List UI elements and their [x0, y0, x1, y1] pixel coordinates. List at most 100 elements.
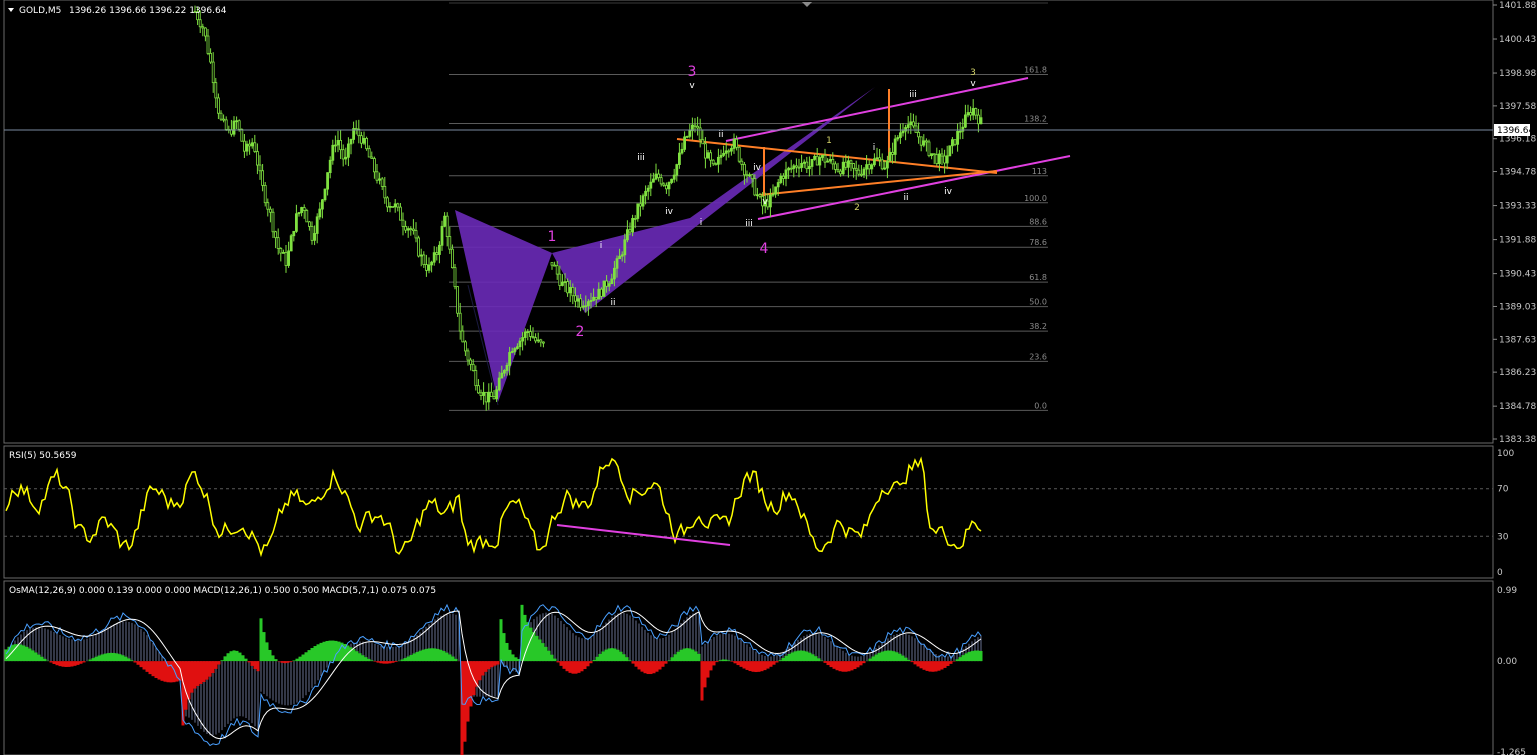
osma-bar — [619, 651, 623, 662]
osma-bar — [109, 652, 113, 662]
triangle-lower-line — [758, 170, 998, 196]
osma-bar — [628, 660, 632, 662]
candle-body — [844, 161, 848, 168]
candle-body — [391, 205, 395, 208]
symbol-dropdown-icon[interactable] — [8, 8, 14, 12]
fibonacci-retracement[interactable]: 161.8138.2113100.088.678.661.850.038.223… — [449, 2, 1048, 411]
osma-bar — [643, 661, 647, 674]
osma-bar — [481, 661, 485, 676]
candle-body — [587, 301, 590, 307]
osma-bar — [187, 661, 191, 700]
candle-body — [574, 295, 577, 302]
osma-bar — [631, 661, 635, 664]
candle-body — [328, 159, 332, 174]
osma-bar — [730, 661, 734, 662]
osma-bar — [592, 659, 596, 662]
osma-bar — [163, 661, 167, 682]
candle-body — [453, 267, 457, 288]
candle-body — [821, 155, 824, 158]
wave-label-minor: i — [873, 143, 876, 153]
osma-bar — [373, 661, 377, 662]
candle-body — [854, 167, 858, 171]
scroll-marker-icon[interactable] — [802, 2, 812, 7]
price-tick-label: 1397.58 — [1499, 102, 1536, 112]
osma-bar — [538, 639, 542, 662]
osma-bar — [385, 661, 389, 664]
osma-bar — [778, 660, 782, 662]
osma-bar — [352, 649, 356, 662]
price-tick-label: 1386.23 — [1499, 368, 1536, 378]
candle-body — [795, 165, 798, 168]
candle-body — [756, 194, 759, 197]
candle-body — [711, 159, 715, 165]
osma-bar — [943, 661, 947, 668]
price-tick-label: 1390.43 — [1499, 270, 1536, 280]
chart-canvas[interactable]: 161.8138.2113100.088.678.661.850.038.223… — [0, 0, 1537, 755]
candle-body — [320, 199, 324, 210]
osma-bar — [154, 661, 158, 678]
osma-bar — [121, 655, 125, 662]
candle-body — [482, 391, 486, 396]
candle-body — [367, 148, 371, 158]
fib-level-label: 88.6 — [1029, 217, 1047, 226]
fib-level-label: 38.2 — [1029, 322, 1047, 331]
candle-body — [398, 206, 402, 221]
osma-bar — [829, 661, 833, 668]
osma-bar — [832, 661, 836, 669]
candle-body — [607, 283, 611, 287]
osma-bar — [748, 661, 752, 672]
candle-body — [657, 173, 660, 179]
osma-bar — [433, 648, 437, 662]
osma-bar — [799, 650, 803, 662]
rsi-label: RSI(5) 50.5659 — [9, 451, 77, 461]
osma-bar — [577, 661, 581, 673]
osma-bar — [541, 643, 545, 662]
price-axis: 1401.88 1400.43 1398.98 1397.58 1396.18 1394.… — [1493, 1, 1536, 445]
candle-body — [471, 363, 475, 371]
osma-bar — [205, 661, 209, 680]
candle-body — [948, 145, 952, 157]
osma-bar — [118, 654, 122, 662]
candle-body — [474, 370, 478, 387]
osma-bar — [841, 661, 845, 672]
osma-bar — [67, 661, 71, 667]
wave-label-minor: ii — [903, 193, 908, 203]
candle-body — [883, 167, 887, 170]
candle-body — [722, 152, 725, 156]
wave-label-minor: 3 — [970, 68, 976, 78]
candle-body — [536, 339, 540, 342]
candle-body — [904, 127, 907, 132]
candle-body — [326, 172, 330, 190]
candle-body — [281, 252, 285, 254]
osma-bar — [64, 661, 68, 667]
osma-bar — [760, 661, 764, 672]
rsi-tick-label: 30 — [1497, 532, 1509, 542]
candle-body — [302, 207, 306, 211]
osma-bar — [451, 656, 455, 662]
osma-bar — [13, 644, 17, 662]
candle-body — [232, 120, 236, 135]
osma-bar — [25, 646, 29, 662]
osma-bar — [298, 656, 302, 662]
osma-bar — [388, 661, 392, 664]
rsi-tick-label: 100 — [1497, 449, 1514, 459]
candle-body — [602, 280, 606, 297]
osma-bar — [466, 661, 470, 722]
wave-label-minor: iii — [745, 219, 753, 229]
osma-bar — [781, 657, 785, 662]
osma-bar — [721, 659, 725, 662]
candle-body — [346, 143, 350, 158]
osma-bar — [40, 656, 44, 662]
candle-body — [828, 158, 832, 162]
candle-body — [945, 155, 949, 164]
osma-bar — [136, 661, 140, 665]
osma-bar — [826, 661, 830, 666]
osma-bar — [145, 661, 149, 672]
osma-bar — [949, 661, 953, 664]
osma-bar — [184, 661, 188, 710]
osma-bar — [535, 635, 539, 662]
candle-body — [458, 312, 462, 332]
candle-body — [440, 225, 444, 246]
wave-label-minor: iv — [753, 163, 762, 173]
osma-bar — [430, 648, 434, 662]
